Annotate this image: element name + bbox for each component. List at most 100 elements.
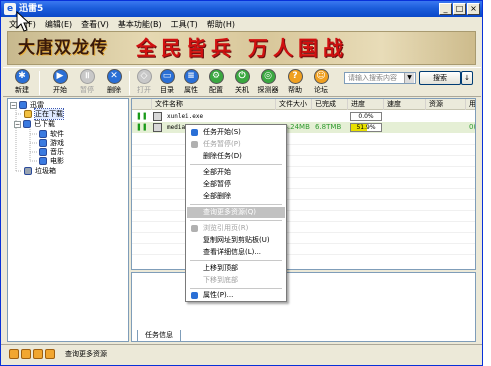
tree-node-downloaded[interactable]: − 已下载 xyxy=(14,119,55,129)
category-folder-icon xyxy=(39,130,47,138)
col-done[interactable]: 已完成 xyxy=(312,99,348,110)
grid-line xyxy=(132,232,475,233)
ctx-label: 全部开始 xyxy=(203,168,231,176)
menu-separator xyxy=(190,204,282,205)
status-icon-3[interactable] xyxy=(33,349,43,359)
ctx-browse-referrer[interactable]: 浏览引用页(R) xyxy=(187,223,285,234)
tree-node-trash[interactable]: 垃圾箱 xyxy=(24,166,56,176)
ctx-label: 下移到底部 xyxy=(203,276,238,284)
grid-line xyxy=(132,177,475,178)
toolbar-separator xyxy=(39,71,40,95)
ctx-label: 查看详细信息(L)... xyxy=(203,248,262,256)
tree-collapse-toggle[interactable]: − xyxy=(10,101,17,109)
search-dropdown-icon[interactable]: ▼ xyxy=(404,73,414,83)
menu-separator xyxy=(190,220,282,221)
ad-banner[interactable]: 大唐双龙传 全民皆兵 万人国战 xyxy=(7,31,476,65)
col-filename[interactable]: 文件名称 xyxy=(152,99,276,110)
status-icon-4[interactable] xyxy=(45,349,55,359)
pause-icon xyxy=(191,141,198,148)
table-row[interactable]: ❚❚ media.ex 13.24MB 6.8TMB 51.9% 0( xyxy=(132,122,476,133)
ctx-label: 复制网址到剪贴板(U) xyxy=(203,236,270,244)
ctx-delete-task[interactable]: 删除任务(D) xyxy=(187,151,285,162)
forum-button[interactable]: ☺ 论坛 xyxy=(308,69,334,96)
start-icon xyxy=(191,129,198,136)
directory-button[interactable]: ▭ 目录 xyxy=(154,69,180,96)
title-bar[interactable]: e 迅雷5 _ □ × xyxy=(1,1,482,17)
grid-line xyxy=(132,210,475,211)
config-icon: ⚙ xyxy=(208,69,224,84)
properties-icon xyxy=(191,292,198,299)
menu-help[interactable]: 帮助(H) xyxy=(207,19,235,30)
ctx-start-all[interactable]: 全部开始 xyxy=(187,167,285,178)
new-task-button[interactable]: ✱ 新建 xyxy=(9,69,35,96)
ctx-properties[interactable]: 属性(P)... xyxy=(187,290,285,301)
col-size[interactable]: 文件大小 xyxy=(276,99,312,110)
delete-icon: ✕ xyxy=(106,69,122,84)
ctx-pause-task[interactable]: 任务暂停(P) xyxy=(187,139,285,150)
search-button[interactable]: 搜索 xyxy=(419,71,461,85)
maximize-button[interactable]: □ xyxy=(453,3,466,15)
grid-line xyxy=(132,199,475,200)
shutdown-button[interactable]: ⏻ 关机 xyxy=(229,69,255,96)
detector-label: 探测器 xyxy=(257,86,279,94)
tree-node-label: 正在下载 xyxy=(34,108,64,120)
mouse-cursor-icon xyxy=(16,11,31,32)
tab-task-info[interactable]: 任务信息 xyxy=(137,330,181,342)
grid-line xyxy=(132,221,475,222)
help-icon: ? xyxy=(287,69,303,84)
pause-button[interactable]: ॥ 暂停 xyxy=(74,69,100,96)
status-text: 查询更多资源 xyxy=(65,350,107,358)
col-extra[interactable]: 用 xyxy=(466,99,475,110)
start-button[interactable]: ▶ 开始 xyxy=(47,69,73,96)
search-options-button[interactable]: ↓ xyxy=(461,71,473,85)
ctx-move-bottom[interactable]: 下移到底部 xyxy=(187,275,285,286)
col-sources[interactable]: 资源 xyxy=(426,99,466,110)
forum-label: 论坛 xyxy=(314,86,328,94)
grid-line xyxy=(132,155,475,156)
app-logo-icon: e xyxy=(4,3,16,15)
col-progress[interactable]: 进度 xyxy=(348,99,384,110)
shutdown-icon: ⏻ xyxy=(234,69,250,84)
grid-line xyxy=(132,254,475,255)
trash-icon xyxy=(24,167,32,175)
col-status[interactable] xyxy=(132,99,152,110)
menu-basic[interactable]: 基本功能(B) xyxy=(118,19,162,30)
task-info-pane xyxy=(131,272,476,342)
grid-line xyxy=(132,243,475,244)
config-button[interactable]: ⚙ 配置 xyxy=(203,69,229,96)
properties-button[interactable]: ≡ 属性 xyxy=(178,69,204,96)
menu-view[interactable]: 查看(V) xyxy=(81,19,109,30)
delete-button[interactable]: ✕ 删除 xyxy=(101,69,127,96)
ctx-query-resources[interactable]: 查询更多资源(Q) xyxy=(187,207,285,218)
help-button[interactable]: ? 帮助 xyxy=(282,69,308,96)
col-speed[interactable]: 速度 xyxy=(384,99,426,110)
tree-collapse-toggle[interactable]: − xyxy=(14,120,21,128)
status-icon-2[interactable] xyxy=(21,349,31,359)
menu-tools[interactable]: 工具(T) xyxy=(171,19,198,30)
context-menu: 任务开始(S) 任务暂停(P) 删除任务(D) 全部开始 全部暂停 全部删除 查… xyxy=(185,124,287,302)
status-icon-1[interactable] xyxy=(9,349,19,359)
ctx-start-task[interactable]: 任务开始(S) xyxy=(187,127,285,138)
row-progress-bar: 0.0% xyxy=(350,112,382,121)
row-extra: 0( xyxy=(469,123,476,131)
tree-node-downloading[interactable]: 正在下载 xyxy=(24,108,64,120)
minimize-button[interactable]: _ xyxy=(439,3,452,15)
table-row[interactable]: ❚❚ xunlei.exe 0.0% xyxy=(132,111,475,122)
help-label: 帮助 xyxy=(288,86,302,94)
ctx-pause-all[interactable]: 全部暂停 xyxy=(187,179,285,190)
tree-node-label: 电影 xyxy=(50,157,64,165)
ctx-label: 任务开始(S) xyxy=(203,128,241,136)
menu-edit[interactable]: 编辑(E) xyxy=(45,19,72,30)
ctx-view-details[interactable]: 查看详细信息(L)... xyxy=(187,247,285,258)
tree-node-movies[interactable]: 电影 xyxy=(39,156,64,166)
open-icon: ◇ xyxy=(136,69,152,84)
ctx-copy-url[interactable]: 复制网址到剪贴板(U) xyxy=(187,235,285,246)
grid-line xyxy=(132,144,475,145)
detector-button[interactable]: ◎ 探测器 xyxy=(255,69,281,96)
detector-icon: ◎ xyxy=(260,69,276,84)
category-folder-icon xyxy=(39,148,47,156)
close-button[interactable]: × xyxy=(467,3,480,15)
toolbar-separator xyxy=(129,71,130,95)
ctx-move-top[interactable]: 上移到顶部 xyxy=(187,263,285,274)
ctx-delete-all[interactable]: 全部删除 xyxy=(187,191,285,202)
